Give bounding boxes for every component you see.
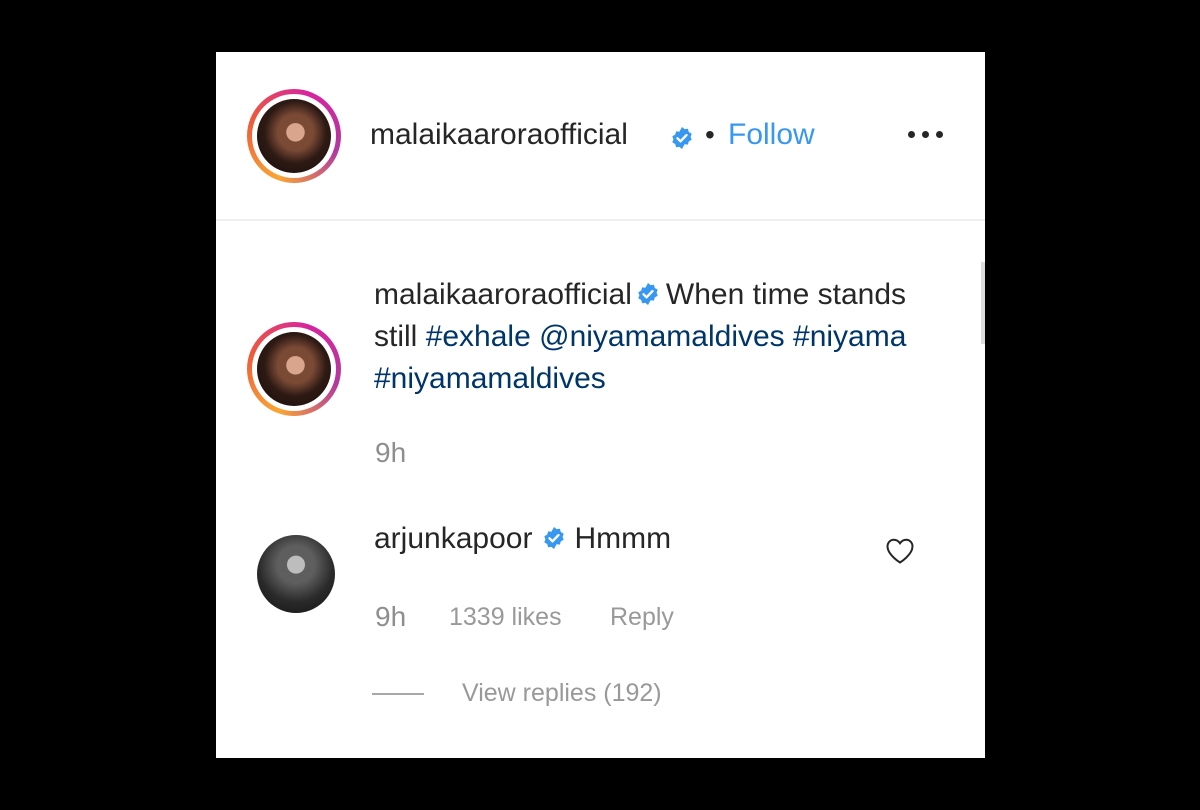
post-header: malaikaaroraofficial • Follow [216, 52, 985, 221]
post-panel: malaikaaroraofficial • Follow malaikaaro… [216, 52, 985, 758]
verified-badge-icon [638, 283, 658, 305]
commenter-avatar[interactable] [257, 535, 335, 613]
more-options-icon[interactable] [906, 125, 946, 145]
caption-timestamp[interactable]: 9h [375, 437, 406, 469]
verified-badge-icon [672, 127, 692, 149]
caption-avatar[interactable] [247, 322, 341, 416]
verified-badge-icon [544, 527, 565, 549]
comment: arjunkapoor Hmmm [374, 522, 671, 556]
scrollbar[interactable] [981, 262, 985, 344]
heart-icon[interactable] [885, 537, 915, 565]
follow-button[interactable]: Follow [728, 118, 815, 152]
hashtag-exhale[interactable]: #exhale [426, 320, 531, 353]
view-replies-button[interactable]: View replies (192) [462, 679, 662, 708]
mention-niyamamaldives[interactable]: @niyamamaldives [539, 320, 785, 353]
post-caption: malaikaaroraofficial When time stands sti… [374, 274, 954, 400]
separator-dot: • [705, 119, 715, 150]
hashtag-niyamamaldives[interactable]: #niyamamaldives [374, 362, 606, 395]
reply-button[interactable]: Reply [610, 603, 674, 632]
comment-timestamp[interactable]: 9h [375, 601, 406, 633]
comment-username[interactable]: arjunkapoor [374, 522, 532, 555]
comment-text: Hmmm [574, 522, 672, 555]
header-username[interactable]: malaikaaroraofficial [370, 118, 628, 152]
replies-divider [372, 693, 424, 695]
comment-likes[interactable]: 1339 likes [449, 603, 562, 632]
hashtag-niyama[interactable]: #niyama [793, 320, 906, 353]
author-avatar[interactable] [247, 89, 341, 183]
caption-username[interactable]: malaikaaroraofficial [374, 278, 632, 311]
